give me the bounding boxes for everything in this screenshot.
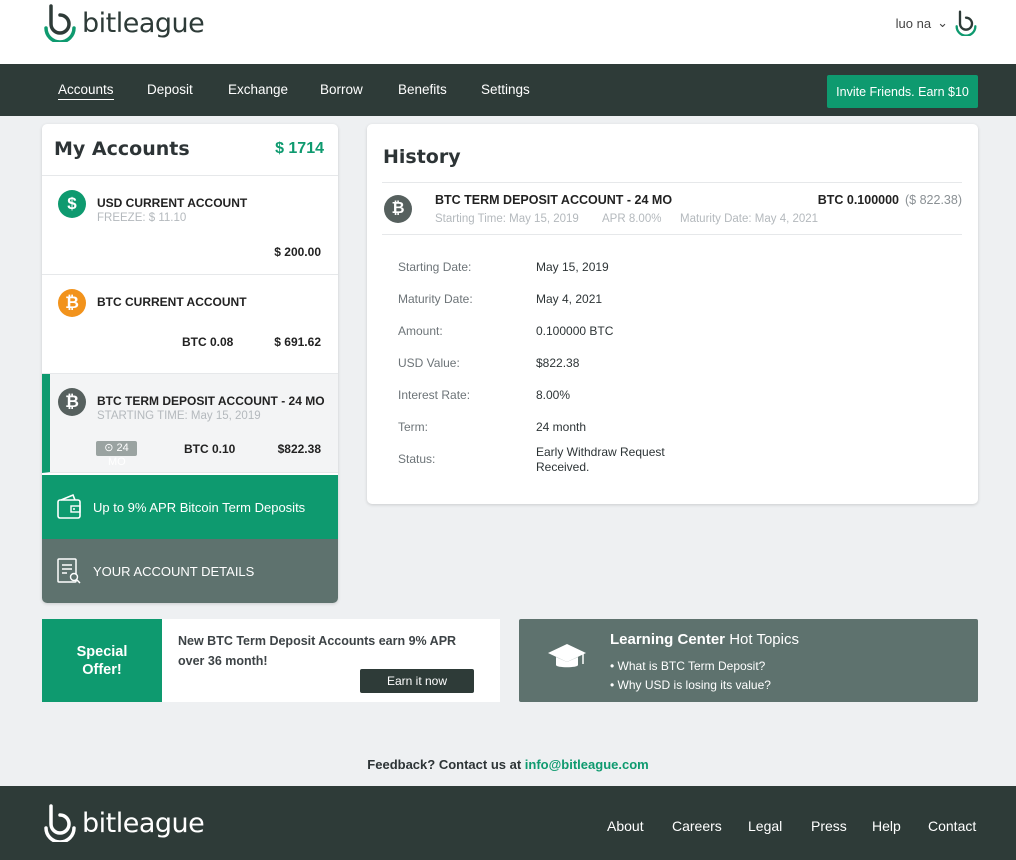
nav-accounts[interactable]: Accounts	[58, 82, 114, 100]
detail-value: 0.100000 BTC	[536, 324, 614, 338]
logo-text-league: league	[115, 807, 205, 839]
nav-exchange[interactable]: Exchange	[228, 82, 288, 97]
account-btc-balance: BTC 0.10	[184, 442, 236, 456]
history-start-time: Starting Time: May 15, 2019	[435, 213, 579, 225]
bitcoin-icon: ₿	[58, 289, 86, 317]
detail-label: Maturity Date:	[398, 292, 473, 306]
detail-value: 24 month	[536, 420, 587, 434]
special-offer-card: Special Offer! New BTC Term Deposit Acco…	[42, 619, 500, 702]
history-apr: APR 8.00%	[602, 213, 662, 225]
special-offer-label: Special Offer!	[42, 619, 162, 702]
bitcoin-icon: ₿	[384, 195, 412, 223]
detail-label: Interest Rate:	[398, 388, 471, 402]
learning-center-hot: Hot Topics	[729, 631, 799, 648]
detail-label: Term:	[398, 420, 428, 434]
learning-center-bold: Learning Center	[610, 631, 726, 648]
chevron-down-icon: ⌄	[937, 15, 948, 30]
account-btc-balance: BTC 0.08	[182, 335, 234, 349]
top-header: bitleague luo na ⌄	[0, 0, 1016, 64]
term-badge: ⊙ 24	[96, 441, 137, 456]
history-usd: ($ 822.38)	[905, 193, 962, 207]
account-usd-balance: $ 691.62	[274, 335, 321, 349]
detail-label: Starting Date:	[398, 260, 472, 274]
footer: bitleague About Careers Legal Press Help…	[0, 786, 1016, 860]
logo-text-league: league	[115, 7, 205, 39]
account-details-link[interactable]: YOUR ACCOUNT DETAILS	[42, 539, 338, 603]
dollar-icon: $	[58, 190, 86, 218]
feedback-email-link[interactable]: info@bitleague.com	[525, 757, 649, 772]
detail-value: May 4, 2021	[536, 292, 603, 306]
detail-label: USD Value:	[398, 356, 460, 370]
detail-value: 8.00%	[536, 388, 571, 402]
history-title: History	[383, 146, 461, 168]
invite-friends-button[interactable]: Invite Friends. Earn $10	[827, 75, 978, 108]
special-offer-text: New BTC Term Deposit Accounts earn 9% AP…	[178, 634, 457, 668]
promo-label: Up to 9% APR Bitcoin Term Deposits	[93, 500, 306, 515]
special-offer-line1: Special	[76, 644, 128, 660]
footer-link-careers[interactable]: Careers	[672, 818, 722, 834]
accounts-title: My Accounts	[54, 138, 190, 160]
history-maturity: Maturity Date: May 4, 2021	[680, 213, 819, 225]
graduation-cap-icon	[548, 644, 586, 668]
footer-link-contact[interactable]: Contact	[928, 818, 976, 834]
account-btc-term-deposit[interactable]: ₿ BTC TERM DEPOSIT ACCOUNT - 24 MO START…	[42, 374, 338, 473]
feedback-line: Feedback? Contact us at info@bitleague.c…	[0, 757, 1016, 772]
detail-label: Amount:	[398, 324, 443, 338]
earn-it-now-button[interactable]: Earn it now	[360, 669, 474, 693]
logo-text-bit: bit	[82, 807, 116, 839]
account-name: BTC CURRENT ACCOUNT	[97, 295, 247, 309]
learn-topic-link[interactable]: • Why USD is losing its value?	[610, 678, 771, 692]
details-label: YOUR ACCOUNT DETAILS	[93, 564, 255, 579]
detail-value: $822.38	[536, 356, 580, 370]
account-usd-current[interactable]: $ USD CURRENT ACCOUNT FREEZE: $ 11.10 $ …	[42, 176, 338, 275]
learning-center-title: Learning Center Hot Topics	[610, 631, 799, 648]
history-amount: BTC 0.100000 ($ 822.38)	[818, 193, 962, 207]
document-search-icon	[57, 558, 81, 584]
user-avatar	[955, 10, 977, 36]
detail-value: May 15, 2019	[536, 260, 609, 274]
accounts-total: $ 1714	[275, 140, 324, 157]
term-deposit-promo[interactable]: Up to 9% APR Bitcoin Term Deposits	[42, 475, 338, 539]
detail-label: Status:	[398, 452, 436, 466]
feedback-text: Feedback? Contact us at	[367, 757, 522, 772]
learn-topic-link[interactable]: • What is BTC Term Deposit?	[610, 659, 765, 673]
history-entry-name: BTC TERM DEPOSIT ACCOUNT - 24 MO	[435, 193, 673, 207]
status-value: Early Withdraw Request Received.	[536, 445, 665, 474]
bitleague-logo[interactable]: bitleague	[42, 3, 205, 43]
footer-link-press[interactable]: Press	[811, 818, 847, 834]
my-accounts-panel: My Accounts $ 1714 $ USD CURRENT ACCOUNT…	[42, 124, 338, 603]
learning-center-card[interactable]: Learning Center Hot Topics • What is BTC…	[519, 619, 978, 702]
wallet-icon	[57, 493, 81, 519]
history-btc: BTC 0.100000	[817, 193, 900, 207]
bitcoin-icon: ₿	[58, 388, 86, 416]
footer-link-legal[interactable]: Legal	[748, 818, 782, 834]
logo-icon	[44, 4, 76, 42]
nav-deposit[interactable]: Deposit	[147, 82, 193, 97]
history-panel: History ₿ BTC TERM DEPOSIT ACCOUNT - 24 …	[367, 124, 978, 504]
user-menu[interactable]: luo na ⌄	[896, 10, 978, 36]
footer-link-about[interactable]: About	[607, 818, 644, 834]
term-badge-unit: MO	[108, 456, 126, 468]
history-entry[interactable]: ₿ BTC TERM DEPOSIT ACCOUNT - 24 MO Start…	[382, 182, 962, 235]
account-usd-balance: $822.38	[277, 442, 321, 456]
account-freeze: FREEZE: $ 11.10	[97, 212, 187, 224]
logo-text-bit: bit	[82, 7, 116, 39]
account-starting-time: STARTING TIME: May 15, 2019	[97, 410, 261, 422]
special-offer-line2: Offer!	[82, 662, 122, 678]
account-name: BTC TERM DEPOSIT ACCOUNT - 24 MO	[97, 394, 325, 408]
account-btc-current[interactable]: ₿ BTC CURRENT ACCOUNT BTC 0.08 $ 691.62	[42, 275, 338, 374]
logo-icon	[44, 804, 76, 842]
nav-borrow[interactable]: Borrow	[320, 82, 363, 97]
footer-link-help[interactable]: Help	[872, 818, 901, 834]
accounts-header: My Accounts $ 1714	[42, 124, 338, 176]
footer-logo[interactable]: bitleague	[42, 804, 205, 842]
user-name: luo na	[895, 15, 932, 31]
main-nav: Accounts Deposit Exchange Borrow Benefit…	[0, 64, 1016, 116]
account-usd-balance: $ 200.00	[274, 245, 321, 259]
nav-benefits[interactable]: Benefits	[398, 82, 447, 97]
account-name: USD CURRENT ACCOUNT	[97, 196, 248, 210]
nav-settings[interactable]: Settings	[481, 82, 530, 97]
